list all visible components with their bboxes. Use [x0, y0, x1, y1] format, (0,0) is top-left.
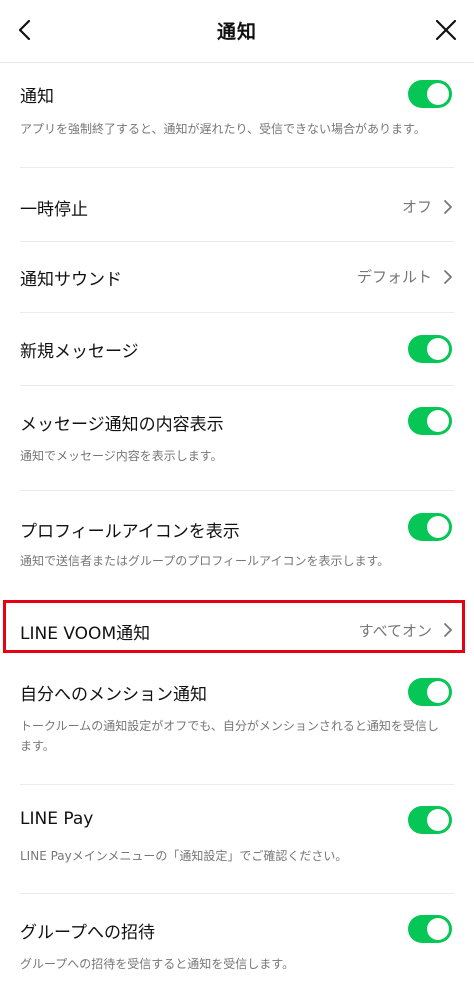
setting-label: 一時停止: [20, 200, 88, 220]
setting-label: メッセージ通知の内容表示: [20, 415, 224, 435]
setting-label: グループへの招待: [20, 923, 155, 943]
mentions-toggle[interactable]: [408, 678, 452, 706]
setting-description: トークルームの通知設定がオフでも、自分がメンションされると通知を受信します。: [20, 719, 439, 753]
setting-row-group-invite: グループへの招待 グループへの招待を受信すると通知を受信します。: [0, 894, 474, 1000]
toggle-knob: [427, 681, 449, 703]
message-preview-toggle[interactable]: [408, 407, 452, 435]
setting-row-line-pay: LINE Pay LINE Payメインメニューの「通知設定」でご確認ください。: [0, 785, 474, 893]
page-title: 通知: [216, 21, 257, 43]
setting-label: 通知サウンド: [20, 270, 122, 290]
setting-row-profile-icon: プロフィールアイコンを表示 通知で送信者またはグループのプロフィールアイコンを表…: [0, 491, 474, 599]
setting-description: 通知でメッセージ内容を表示します。: [20, 449, 223, 463]
setting-row-mentions: 自分へのメンション通知 トークルームの通知設定がオフでも、自分がメンションされる…: [0, 656, 474, 784]
setting-label: 通知: [20, 87, 54, 107]
close-icon[interactable]: [432, 16, 460, 44]
toggle-knob: [427, 338, 449, 360]
setting-label: 自分へのメンション通知: [20, 685, 207, 705]
setting-row-message-preview: メッセージ通知の内容表示 通知でメッセージ内容を表示します。: [0, 386, 474, 490]
line-pay-toggle[interactable]: [408, 806, 452, 834]
setting-row-notifications: 通知 アプリを強制終了すると、通知が遅れたり、受信できない場合があります。: [0, 62, 474, 168]
setting-label: 新規メッセージ: [20, 342, 139, 362]
setting-description: アプリを強制終了すると、通知が遅れたり、受信できない場合があります。: [20, 122, 426, 136]
toggle-knob: [427, 83, 449, 105]
notification-settings-screen: 通知 通知 アプリを強制終了すると、通知が遅れたり、受信できない場合があります。…: [0, 0, 474, 1000]
setting-value: オフ: [401, 198, 432, 216]
setting-description: 通知で送信者またはグループのプロフィールアイコンを表示します。: [20, 554, 390, 568]
setting-label: LINE Pay: [20, 809, 94, 829]
toggle-knob: [427, 809, 449, 831]
group-invite-toggle[interactable]: [408, 915, 452, 943]
notifications-toggle[interactable]: [408, 80, 452, 108]
chevron-right-icon: [444, 200, 452, 214]
toggle-knob: [427, 410, 449, 432]
new-message-toggle[interactable]: [408, 335, 452, 363]
setting-description: グループへの招待を受信すると通知を受信します。: [20, 957, 295, 971]
setting-label: プロフィールアイコンを表示: [20, 522, 240, 542]
profile-icon-toggle[interactable]: [408, 513, 452, 541]
setting-description: LINE Payメインメニューの「通知設定」でご確認ください。: [20, 849, 348, 863]
toggle-knob: [427, 918, 449, 940]
highlight-box: [3, 600, 465, 653]
setting-row-sound[interactable]: 通知サウンド デフォルト: [0, 242, 474, 312]
chevron-right-icon: [444, 270, 452, 284]
header-bar: 通知: [0, 0, 474, 63]
setting-row-new-message: 新規メッセージ: [0, 313, 474, 385]
setting-value: デフォルト: [356, 268, 432, 286]
setting-row-pause[interactable]: 一時停止 オフ: [0, 168, 474, 241]
toggle-knob: [427, 516, 449, 538]
